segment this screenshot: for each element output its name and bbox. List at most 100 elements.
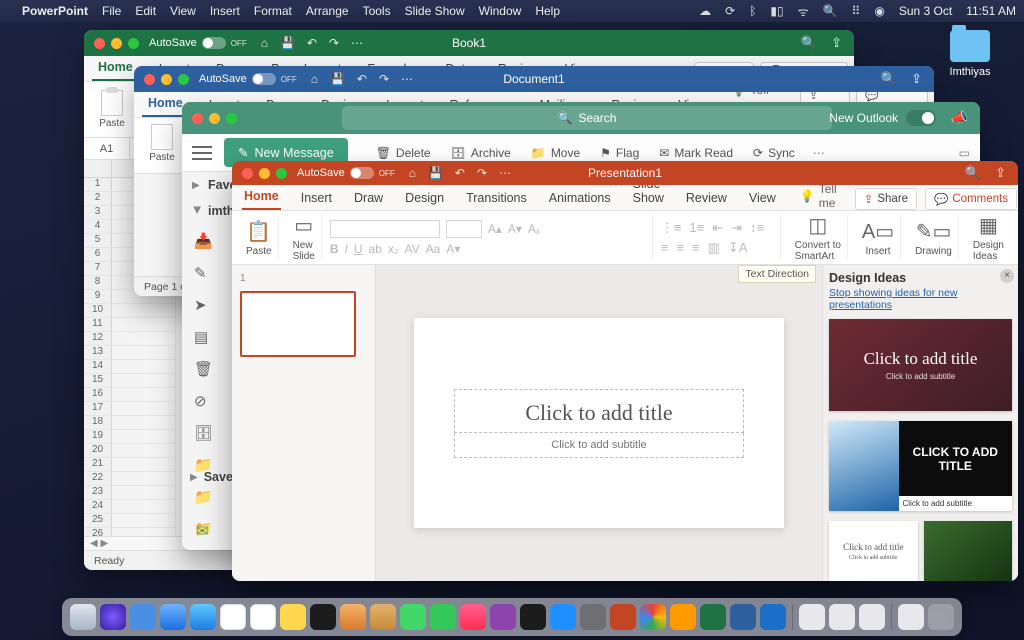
cell[interactable] xyxy=(112,416,176,430)
design-ideas-button[interactable]: ▦Design Ideas xyxy=(967,215,1010,260)
row-header[interactable]: 21 xyxy=(84,458,112,472)
music-icon[interactable] xyxy=(460,604,486,630)
search-input[interactable]: 🔍Search xyxy=(342,106,832,130)
text-direction-icon[interactable]: ↧A xyxy=(728,240,748,256)
row-header[interactable]: 20 xyxy=(84,444,112,458)
more-icon[interactable]: ⋯ xyxy=(401,72,413,86)
books-icon[interactable] xyxy=(370,604,396,630)
sync-icon[interactable]: ⟳ xyxy=(725,4,735,18)
word-icon[interactable] xyxy=(730,604,756,630)
design-idea-1[interactable]: Click to add titleClick to add subtitle xyxy=(829,319,1012,411)
tab-transitions[interactable]: Transitions xyxy=(464,186,529,210)
zoom-icon[interactable] xyxy=(178,74,189,85)
close-icon[interactable]: × xyxy=(1000,269,1014,283)
design-idea-2[interactable]: CLICK TO ADD TITLEClick to add subtitle xyxy=(829,421,1012,511)
row-header[interactable]: 15 xyxy=(84,374,112,388)
new-slide-button[interactable]: ▭New Slide xyxy=(287,215,322,260)
name-box[interactable]: A1 xyxy=(84,138,130,159)
contacts-icon[interactable] xyxy=(250,604,276,630)
inbox-icon[interactable]: 📥 xyxy=(194,232,213,250)
home-icon[interactable]: ⌂ xyxy=(409,166,416,180)
appstore-icon[interactable] xyxy=(550,604,576,630)
outlook-icon[interactable] xyxy=(760,604,786,630)
underline-icon[interactable]: U xyxy=(354,242,363,256)
folder-icon[interactable]: 📁 xyxy=(194,488,213,506)
share-icon[interactable]: ⇪ xyxy=(995,165,1006,181)
more-icon[interactable]: ⋯ xyxy=(499,166,511,180)
row-header[interactable]: 7 xyxy=(84,262,112,276)
slide-thumbnail[interactable] xyxy=(240,291,356,357)
row-header[interactable]: 1 xyxy=(84,178,112,192)
facetime-icon[interactable] xyxy=(430,604,456,630)
archive-icon[interactable]: 🗄 xyxy=(194,424,213,442)
spotlight-icon[interactable]: 🔍 xyxy=(823,4,838,18)
menu-edit[interactable]: Edit xyxy=(135,4,156,18)
megaphone-icon[interactable]: 📣 xyxy=(951,109,968,126)
row-header[interactable]: 22 xyxy=(84,472,112,486)
align-right-icon[interactable]: ≡ xyxy=(692,240,700,256)
downloads-stack[interactable] xyxy=(898,604,924,630)
wifi-icon[interactable]: ᯤ xyxy=(798,3,809,20)
paste-button[interactable]: Paste xyxy=(144,124,180,163)
cell[interactable] xyxy=(112,304,176,318)
row-header[interactable]: 24 xyxy=(84,500,112,514)
redo-icon[interactable]: ↷ xyxy=(477,166,487,180)
line-spacing-icon[interactable]: ↕≡ xyxy=(750,220,764,236)
excel-icon[interactable] xyxy=(700,604,726,630)
menubar-time[interactable]: 11:51 AM xyxy=(966,4,1016,18)
highlight-icon[interactable]: AV xyxy=(405,242,420,256)
close-icon[interactable] xyxy=(94,38,105,49)
tab-home[interactable]: Home xyxy=(242,184,281,210)
control-center-icon[interactable]: ⠿ xyxy=(852,4,861,18)
indent-dec-icon[interactable]: ⇤ xyxy=(712,220,723,236)
note-icon[interactable]: ▤ xyxy=(194,328,213,346)
cell[interactable] xyxy=(112,318,176,332)
row-header[interactable]: 4 xyxy=(84,220,112,234)
tab-review[interactable]: Review xyxy=(684,186,729,210)
row-header[interactable]: 6 xyxy=(84,248,112,262)
redo-icon[interactable]: ↷ xyxy=(329,36,339,50)
tab-animations[interactable]: Animations xyxy=(547,186,613,210)
zoom-icon[interactable] xyxy=(276,168,287,179)
font-size-select[interactable] xyxy=(446,220,482,238)
more-icon[interactable]: ⋯ xyxy=(351,36,363,50)
row-header[interactable]: 2 xyxy=(84,192,112,206)
launchpad-icon[interactable] xyxy=(130,604,156,630)
finder-icon[interactable] xyxy=(70,604,96,630)
title-placeholder[interactable]: Click to add title xyxy=(454,389,744,433)
sub-icon[interactable]: x₂ xyxy=(388,242,399,256)
zoom-icon[interactable] xyxy=(128,38,139,49)
siri-icon[interactable] xyxy=(100,604,126,630)
recent-app[interactable] xyxy=(829,604,855,630)
cell[interactable] xyxy=(112,458,176,472)
search-icon[interactable]: 🔍 xyxy=(801,35,817,51)
slide-canvas[interactable]: Text Direction Click to add title Click … xyxy=(376,265,822,581)
row-header[interactable]: 18 xyxy=(84,416,112,430)
outlook-titlebar[interactable]: 🔍Search New Outlook 📣 xyxy=(182,102,980,134)
chrome-icon[interactable] xyxy=(640,604,666,630)
increase-font-icon[interactable]: A▴ xyxy=(488,222,502,236)
comments-button[interactable]: 💬Comments xyxy=(925,188,1017,210)
autosave-toggle[interactable] xyxy=(252,73,276,85)
redo-icon[interactable]: ↷ xyxy=(379,72,389,86)
mail-icon[interactable]: ✉ xyxy=(196,522,209,540)
new-outlook-toggle[interactable] xyxy=(906,110,936,126)
row-header[interactable]: 11 xyxy=(84,318,112,332)
row-header[interactable]: 9 xyxy=(84,290,112,304)
menu-insert[interactable]: Insert xyxy=(210,4,240,18)
trash-icon[interactable] xyxy=(928,604,954,630)
minimize-icon[interactable] xyxy=(209,113,220,124)
align-left-icon[interactable]: ≡ xyxy=(661,240,669,256)
indent-inc-icon[interactable]: ⇥ xyxy=(731,220,742,236)
more-icon[interactable]: ⋯ xyxy=(813,146,825,160)
cell[interactable] xyxy=(112,514,176,528)
tab-design[interactable]: Design xyxy=(403,186,446,210)
menu-help[interactable]: Help xyxy=(535,4,560,18)
row-header[interactable]: 14 xyxy=(84,360,112,374)
app-name[interactable]: PowerPoint xyxy=(22,4,88,18)
home-icon[interactable]: ⌂ xyxy=(311,72,318,86)
paste-button[interactable]: Paste xyxy=(94,90,130,129)
minimize-icon[interactable] xyxy=(111,38,122,49)
recent-app[interactable] xyxy=(859,604,885,630)
numbering-icon[interactable]: 1≡ xyxy=(689,220,704,236)
